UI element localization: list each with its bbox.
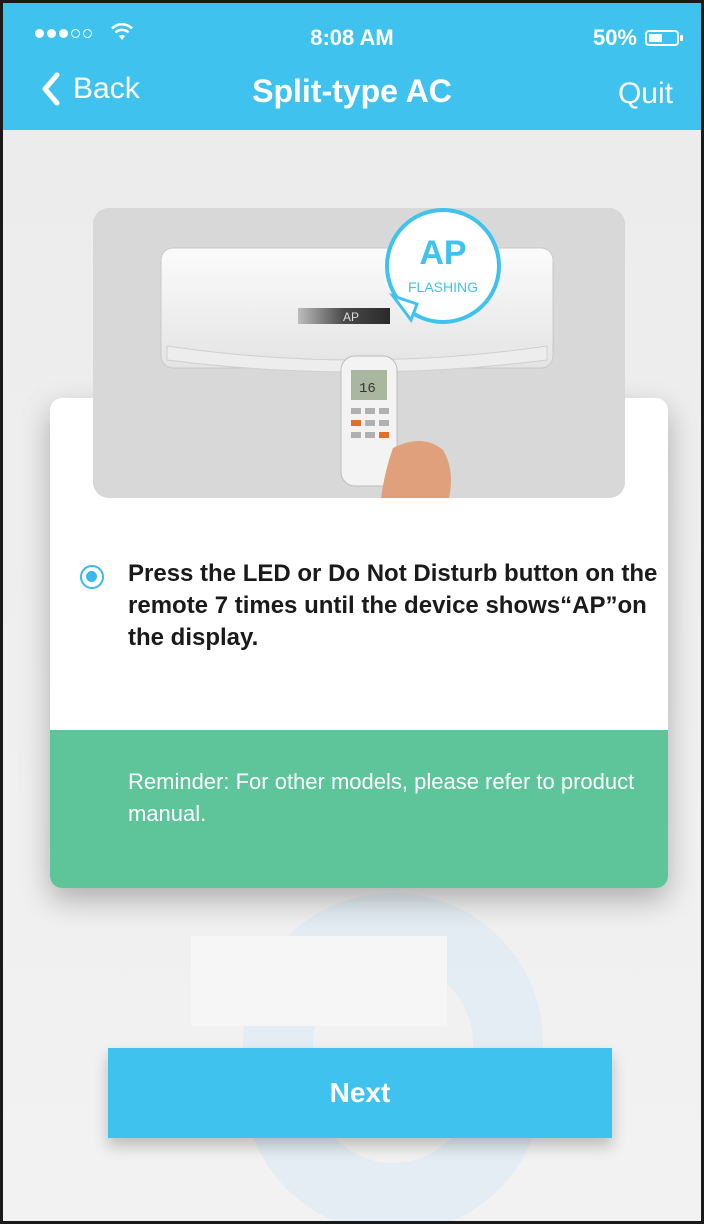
radio-selected-icon[interactable] <box>80 565 104 589</box>
bubble-ap-text: AP <box>419 234 466 272</box>
navigation-bar: Back Split-type AC Quit <box>3 63 701 130</box>
ac-unit-image: AP 16 AP FLASHING <box>93 208 625 498</box>
remote-display-text: 16 <box>359 381 376 397</box>
battery-fill <box>649 34 662 42</box>
next-button[interactable]: Next <box>108 1048 612 1138</box>
status-bar: 8:08 AM 50% <box>3 3 701 63</box>
placeholder-area <box>191 936 447 1026</box>
display-text: AP <box>343 310 359 324</box>
instruction-text: Press the LED or Do Not Disturb button o… <box>128 560 658 651</box>
header-bar: 8:08 AM 50% Back Split-type AC Quit <box>3 3 701 130</box>
page-title: Split-type AC <box>252 73 452 109</box>
battery-icon <box>645 30 683 46</box>
battery-percent: 50% <box>592 25 637 50</box>
ac-illustration: AP 16 AP FLASHING <box>93 208 625 498</box>
reminder-panel: Reminder: For other models, please refer… <box>50 730 668 888</box>
battery-indicator: 50% <box>592 25 683 51</box>
bubble-flashing-text: FLASHING <box>408 279 478 295</box>
quit-button[interactable]: Quit <box>618 77 673 111</box>
phone-screen: 8:08 AM 50% Back Split-type AC Quit Pres… <box>0 0 704 1224</box>
reminder-text: Reminder: For other models, please refer… <box>128 769 635 826</box>
